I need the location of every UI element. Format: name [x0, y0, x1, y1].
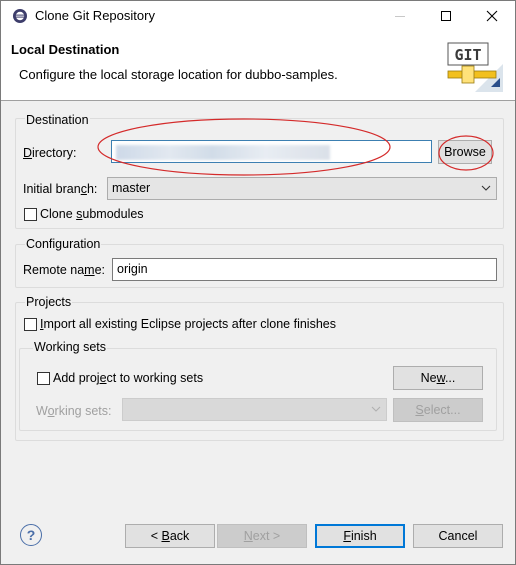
window-title: Clone Git Repository — [35, 8, 155, 23]
finish-label: Finish — [343, 529, 377, 543]
directory-path-redacted — [116, 145, 330, 160]
initial-branch-select[interactable]: master — [107, 177, 497, 200]
directory-label-rest: irectory: — [32, 146, 77, 160]
cancel-button[interactable]: Cancel — [413, 524, 503, 548]
eclipse-app-icon — [13, 9, 27, 23]
next-button[interactable]: Next > — [217, 524, 307, 548]
remote-name-value: origin — [117, 262, 148, 276]
select-working-sets-button[interactable]: Select... — [393, 398, 483, 422]
next-label: Next > — [243, 529, 281, 543]
page-description: Configure the local storage location for… — [19, 67, 338, 82]
git-logo-text: GIT — [454, 46, 481, 64]
add-to-working-sets-label: Add project to working sets — [53, 371, 204, 385]
cancel-label: Cancel — [438, 529, 478, 543]
select-label: Select... — [415, 403, 461, 417]
title-bar: Clone Git Repository — [1, 1, 515, 31]
remote-name-label: Remote name: — [23, 263, 106, 277]
clone-git-dialog: Clone Git Repository Local Destination C… — [0, 0, 516, 565]
back-button[interactable]: < Back — [125, 524, 215, 548]
chevron-down-icon — [481, 185, 491, 191]
maximize-button[interactable] — [423, 1, 469, 31]
git-logo-icon: GIT — [447, 42, 503, 92]
wizard-banner: Local Destination Configure the local st… — [1, 31, 515, 101]
configuration-group-label: Configuration — [25, 237, 102, 251]
working-sets-select[interactable] — [122, 398, 387, 421]
clone-submodules-label: Clone submodules — [40, 207, 144, 221]
clone-submodules-checkbox[interactable] — [24, 208, 37, 221]
close-button[interactable] — [469, 1, 515, 31]
minimize-button[interactable] — [377, 1, 423, 31]
directory-input[interactable] — [111, 140, 432, 163]
maximize-icon — [441, 11, 451, 21]
new-working-set-button[interactable]: New... — [393, 366, 483, 390]
browse-button[interactable]: Browse — [438, 140, 492, 164]
chevron-down-icon — [371, 406, 381, 412]
finish-button[interactable]: Finish — [315, 524, 405, 548]
minimize-icon — [395, 16, 405, 17]
back-label: < Back — [150, 529, 190, 543]
destination-group-label: Destination — [25, 113, 90, 127]
close-icon — [486, 10, 498, 22]
remote-name-input[interactable]: origin — [112, 258, 497, 281]
import-projects-label: Import all existing Eclipse projects aft… — [40, 317, 336, 331]
page-title: Local Destination — [11, 42, 120, 57]
working-sets-label: Working sets: — [36, 404, 112, 418]
initial-branch-value: master — [112, 181, 151, 195]
help-icon[interactable]: ? — [20, 524, 42, 546]
directory-label: Directory: — [23, 146, 77, 160]
initial-branch-label: Initial branch: — [23, 182, 98, 196]
add-to-working-sets-checkbox[interactable] — [37, 372, 50, 385]
working-sets-group-label: Working sets — [33, 340, 108, 354]
projects-group-label: Projects — [25, 295, 73, 309]
new-label: New... — [420, 371, 456, 385]
import-projects-checkbox[interactable] — [24, 318, 37, 331]
browse-label: Browse — [444, 145, 486, 159]
